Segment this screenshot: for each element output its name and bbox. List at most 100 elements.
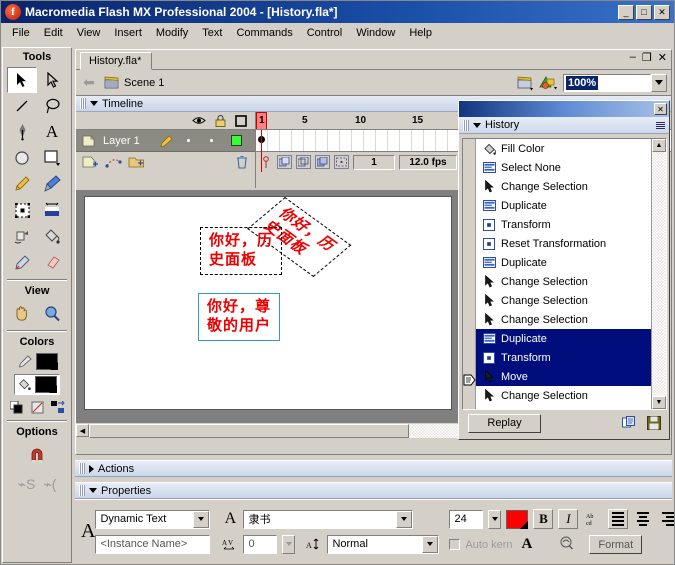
replay-button[interactable]: Replay <box>468 413 541 433</box>
text-type-select[interactable]: Dynamic Text <box>95 509 211 529</box>
tool-zoom[interactable] <box>37 300 67 326</box>
menu-control[interactable]: Control <box>300 25 349 41</box>
fill-color-group[interactable] <box>14 374 60 395</box>
maximize-button[interactable]: □ <box>636 4 652 20</box>
bold-button[interactable]: B <box>533 509 554 529</box>
layer-edit-pencil-icon[interactable] <box>160 134 173 147</box>
zoom-input[interactable]: 100% <box>563 73 651 92</box>
letter-spacing-stepper[interactable] <box>282 534 296 554</box>
target-icon[interactable] <box>559 536 574 553</box>
tool-pencil[interactable] <box>7 171 37 197</box>
fill-color-swatch[interactable] <box>35 376 57 393</box>
tool-oval[interactable] <box>7 145 37 171</box>
insert-layer-folder-icon[interactable] <box>128 155 145 169</box>
baseline-shift-select[interactable]: Normal <box>327 534 440 554</box>
doc-restore-button[interactable]: ❐ <box>642 51 652 64</box>
stroke-color-swatch[interactable] <box>35 353 58 370</box>
tool-fill-transform[interactable] <box>37 197 67 223</box>
history-item[interactable]: Change Selection <box>476 177 651 196</box>
lock-icon[interactable] <box>215 114 226 127</box>
letter-spacing-input[interactable]: 0 <box>243 534 278 554</box>
history-item[interactable]: Duplicate <box>476 253 651 272</box>
format-button[interactable]: Format <box>589 535 643 554</box>
menu-edit[interactable]: Edit <box>37 25 70 41</box>
insert-layer-icon[interactable] <box>82 155 99 169</box>
eye-icon[interactable] <box>192 115 206 126</box>
history-item[interactable]: Duplicate <box>476 329 651 348</box>
font-rendering-icon[interactable]: A <box>522 536 533 553</box>
history-item[interactable]: Duplicate <box>476 196 651 215</box>
add-motion-guide-icon[interactable] <box>105 155 122 169</box>
history-item[interactable]: Change Selection <box>476 386 651 405</box>
tool-lasso[interactable] <box>37 93 67 119</box>
properties-panel-header[interactable]: Properties <box>75 482 672 499</box>
font-size-input[interactable]: 24 <box>449 509 484 529</box>
close-button[interactable]: ✕ <box>654 4 670 20</box>
scene-breadcrumb[interactable]: Scene 1 <box>104 76 164 89</box>
straighten-option-icon[interactable]: ⌁( <box>43 476 56 493</box>
menu-help[interactable]: Help <box>402 25 439 41</box>
layer-row-1[interactable]: Layer 1 <box>76 130 255 152</box>
layer-outline-color-swatch[interactable] <box>230 135 242 146</box>
layer-lock-dot[interactable] <box>209 139 213 142</box>
history-item[interactable]: Select None <box>476 158 651 177</box>
scroll-left-button[interactable]: ◀ <box>76 424 89 437</box>
hscroll-thumb[interactable] <box>89 423 409 438</box>
collapse-triangle-icon[interactable] <box>473 122 481 128</box>
tool-brush[interactable] <box>37 171 67 197</box>
chevron-down-icon[interactable] <box>396 510 413 528</box>
history-scroll-down-button[interactable]: ▼ <box>652 396 666 409</box>
tool-eraser[interactable] <box>37 249 67 275</box>
history-slider-gutter[interactable] <box>463 139 476 409</box>
menu-modify[interactable]: Modify <box>149 25 195 41</box>
menu-file[interactable]: File <box>5 25 37 41</box>
panel-options-menu-icon[interactable] <box>656 121 665 129</box>
instance-name-input[interactable]: <Instance Name> <box>95 534 211 554</box>
tool-text[interactable]: A <box>37 119 67 145</box>
doc-close-button[interactable]: ✕ <box>658 51 667 64</box>
document-tab-history-fla[interactable]: History.fla* <box>80 52 153 70</box>
back-arrow-icon[interactable]: ⬅ <box>80 74 98 92</box>
history-item[interactable]: Transform <box>476 215 651 234</box>
no-color-icon[interactable] <box>31 401 44 414</box>
tool-line[interactable] <box>7 93 37 119</box>
snap-to-objects-icon[interactable] <box>28 447 46 464</box>
edit-scene-icon[interactable] <box>516 75 534 91</box>
collapse-triangle-icon[interactable] <box>90 101 98 106</box>
swap-colors-icon[interactable] <box>50 401 65 414</box>
black-white-icon[interactable] <box>9 401 24 414</box>
stage-canvas[interactable]: 你好，历 史面板 你好，历 史面板 你好，尊 敬的用户 <box>84 196 452 410</box>
history-item[interactable]: Reset Transformation <box>476 234 651 253</box>
doc-minimize-button[interactable]: – <box>630 51 636 64</box>
tool-rectangle[interactable] <box>37 145 67 171</box>
history-panel-header[interactable]: History <box>459 117 669 134</box>
toggle-superscript-button[interactable]: Ab cd <box>583 509 603 529</box>
modify-onion-markers-button[interactable] <box>334 155 349 169</box>
italic-button[interactable]: I <box>558 509 579 529</box>
history-close-button[interactable]: ✕ <box>654 103 667 115</box>
history-item[interactable]: Change Selection <box>476 310 651 329</box>
history-list[interactable]: Fill Color Select None Change Selection Dup… <box>476 139 651 409</box>
textbox-selected[interactable]: 你好，尊 敬的用户 <box>198 293 281 341</box>
history-vscroll-track[interactable] <box>652 152 666 396</box>
tool-ink-bottle[interactable] <box>7 223 37 249</box>
outline-icon[interactable] <box>235 114 247 127</box>
minimize-button[interactable]: _ <box>618 4 634 20</box>
menu-view[interactable]: View <box>70 25 108 41</box>
menu-window[interactable]: Window <box>349 25 402 41</box>
history-scroll-up-button[interactable]: ▲ <box>652 139 666 152</box>
chevron-down-icon[interactable] <box>422 535 439 553</box>
auto-kern-checkbox[interactable] <box>449 539 461 550</box>
tool-subselection[interactable] <box>37 67 67 93</box>
expand-triangle-icon[interactable] <box>89 464 94 473</box>
history-title-bar[interactable]: ✕ <box>459 101 669 117</box>
collapse-triangle-icon[interactable] <box>89 488 97 493</box>
tool-paint-bucket[interactable] <box>37 223 67 249</box>
onion-skin-outlines-button[interactable] <box>296 155 311 169</box>
align-center-button[interactable] <box>633 509 653 529</box>
history-item[interactable]: Transform <box>476 348 651 367</box>
smooth-option-icon[interactable]: ⌁S <box>18 476 36 493</box>
history-item[interactable]: Move <box>476 367 651 386</box>
align-left-button[interactable] <box>608 509 629 529</box>
history-item[interactable]: Fill Color <box>476 139 651 158</box>
